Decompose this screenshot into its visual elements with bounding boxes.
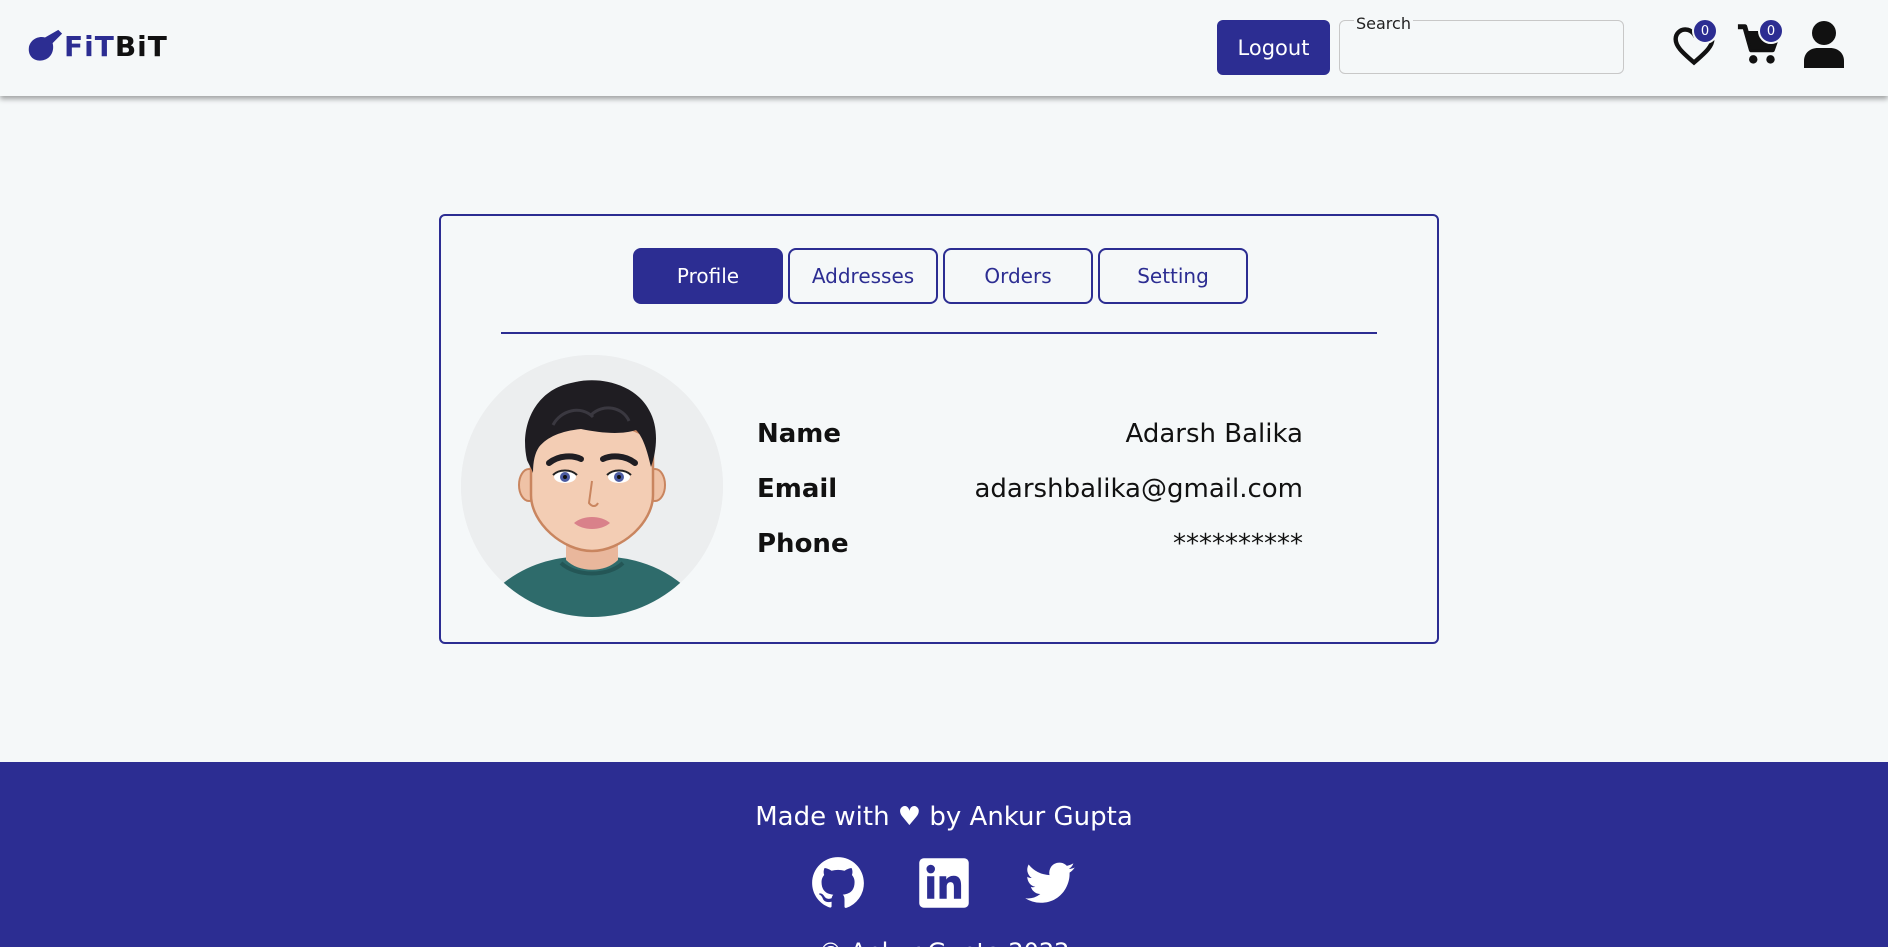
tabs-divider (501, 332, 1377, 334)
avatar-illustration (461, 355, 723, 617)
email-label: Email (757, 474, 838, 504)
cart-count-badge: 0 (1758, 18, 1784, 44)
profile-name-row: Name Adarsh Balika (757, 414, 1303, 454)
account-button[interactable] (1802, 20, 1848, 68)
github-icon (812, 857, 864, 908)
email-value: adarshbalika@gmail.com (974, 474, 1303, 504)
linkedin-icon (919, 858, 969, 908)
search-box[interactable]: Search (1339, 14, 1624, 74)
social-links (0, 856, 1888, 910)
phone-value: ********** (1173, 529, 1303, 559)
name-value: Adarsh Balika (1125, 419, 1304, 449)
cart-button[interactable]: 0 (1736, 18, 1784, 68)
tab-profile[interactable]: Profile (633, 248, 783, 304)
name-label: Name (757, 419, 842, 449)
brand-logo[interactable]: FiTBiT (26, 26, 168, 66)
search-input[interactable] (1350, 35, 1614, 67)
logo-mark-icon (28, 29, 63, 61)
profile-card: Profile Addresses Orders Setting Name Ad… (439, 214, 1439, 644)
tab-setting[interactable]: Setting (1098, 248, 1248, 304)
profile-tabs: Profile Addresses Orders Setting (633, 248, 1248, 304)
footer-copyright: © Ankur Gupta 2022 (0, 938, 1888, 947)
search-label: Search (1354, 14, 1413, 33)
footer-credit: Made with ♥ by Ankur Gupta (755, 802, 1133, 832)
logout-button[interactable]: Logout (1217, 20, 1330, 75)
wishlist-button[interactable]: 0 (1672, 18, 1720, 68)
twitter-icon (1025, 862, 1075, 903)
user-icon (1804, 21, 1844, 68)
top-navbar: FiTBiT Logout Search 0 0 (0, 0, 1888, 96)
tab-orders[interactable]: Orders (943, 248, 1093, 304)
twitter-link[interactable] (1023, 856, 1077, 910)
github-link[interactable] (811, 856, 865, 910)
avatar (461, 355, 723, 617)
wishlist-count-badge: 0 (1692, 18, 1718, 44)
phone-label: Phone (757, 529, 849, 559)
footer: Made with ♥ by Ankur Gupta © Ankur Gupta… (0, 762, 1888, 947)
linkedin-link[interactable] (917, 856, 971, 910)
profile-email-row: Email adarshbalika@gmail.com (757, 469, 1303, 509)
logo-text: FiTBiT (64, 29, 168, 63)
tab-addresses[interactable]: Addresses (788, 248, 938, 304)
profile-phone-row: Phone ********** (757, 524, 1303, 564)
